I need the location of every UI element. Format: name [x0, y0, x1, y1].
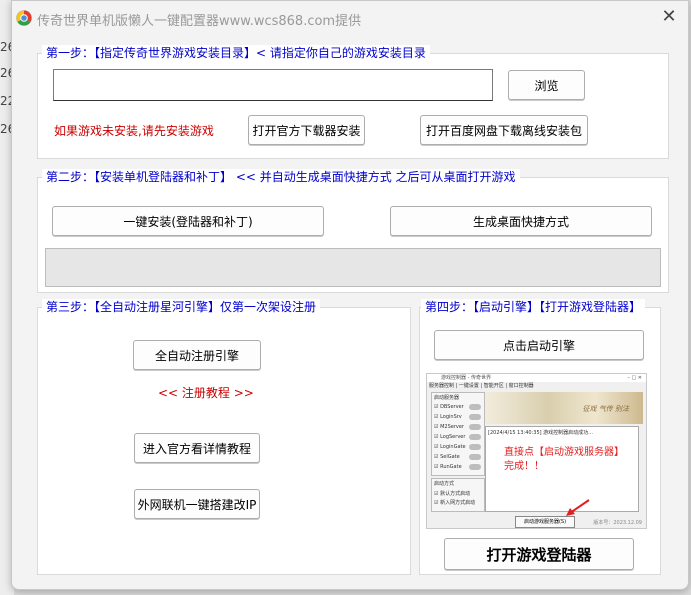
screenshot-group-label: 启动服务器	[434, 395, 460, 401]
close-button[interactable]: ✕	[659, 7, 679, 27]
screenshot-server-row: ☑ M2Server	[434, 422, 482, 432]
one-click-install-button[interactable]: 一键安装(登陆器和补丁)	[52, 206, 324, 236]
screenshot-tab: 一键设置	[458, 383, 479, 389]
step3-title: 第三步：【全自动注册星河引擎】仅第一次架设注册	[42, 299, 321, 316]
screenshot-tab: 窗口控制器	[508, 383, 534, 389]
start-engine-button[interactable]: 点击启动引擎	[434, 330, 644, 360]
screenshot-server-name: LoginGate	[440, 444, 466, 450]
screenshot-mode-option: ☑ 默认方式启动	[434, 491, 471, 497]
screenshot-server-row: ☑ LogServer	[434, 432, 482, 442]
screenshot-server-name: LogServer	[440, 434, 466, 440]
screenshot-server-row: ☑ LoginSrv	[434, 412, 482, 422]
step4-title: 第四步：【启动引擎】【打开游戏登陆器】	[421, 299, 646, 316]
screenshot-server-name: M2Server	[440, 424, 464, 430]
step1-title: 第一步：【指定传奇世界游戏安装目录】< 请指定你自己的游戏安装目录	[42, 45, 430, 62]
screenshot-server-row: ☑ DBServer	[434, 402, 482, 412]
screenshot-mode-label: 启动方式	[434, 481, 455, 487]
wan-setup-button[interactable]: 外网联机一键搭建改IP	[134, 489, 260, 519]
step4-panel: 第四步：【启动引擎】【打开游戏登陆器】 点击启动引擎 游戏控制器 - 传奇世界 …	[419, 299, 661, 575]
screenshot-log-area: [2024/4/15 13:40:35] 游戏控制器启动成功... 直接点【启动…	[485, 426, 639, 512]
screenshot-server-group: 启动服务器 ☑ DBServer ☑ LoginSrv ☑ M2Server ☑ Lo…	[431, 392, 485, 476]
app-icon	[16, 10, 32, 26]
open-game-login-button[interactable]: 打开游戏登陆器	[444, 538, 634, 570]
register-tutorial-link[interactable]: << 注册教程 >>	[158, 384, 254, 401]
screenshot-mode-group: 启动方式 ☑ 默认方式启动 ☑ 新入网方式启动	[431, 478, 485, 512]
screenshot-toggle-icon	[469, 454, 481, 460]
screenshot-toggle-icon	[469, 404, 481, 410]
official-tutorial-button[interactable]: 进入官方看详情教程	[134, 433, 260, 463]
title-bar[interactable]: 传奇世界单机版懒人一键配置器www.wcs868.com提供 ✕	[12, 1, 688, 35]
screenshot-toggle-icon	[469, 424, 481, 430]
screenshot-server-name: RunGate	[440, 464, 462, 470]
baidu-download-button[interactable]: 打开百度网盘下载离线安装包	[420, 115, 588, 145]
configurator-window: 传奇世界单机版懒人一键配置器www.wcs868.com提供 ✕ 第一步：【指定…	[11, 0, 689, 590]
screenshot-server-list: ☑ DBServer ☑ LoginSrv ☑ M2Server ☑ LogServe…	[434, 402, 482, 472]
browse-button[interactable]: 浏览	[508, 70, 585, 100]
screenshot-server-name: DBServer	[440, 404, 464, 410]
screenshot-window-controls: – □ ✕	[627, 375, 642, 381]
step2-title: 第二步：【安装单机登陆器和补丁】 << 并自动生成桌面快捷方式 之后可从桌面打开…	[42, 169, 520, 186]
screenshot-banner-text: 征戏 气传 别法	[582, 405, 629, 413]
screenshot-titlebar: 游戏控制器 - 传奇世界 – □ ✕	[427, 374, 646, 382]
screenshot-tab: 智能开区	[483, 383, 504, 389]
install-progress-bar	[45, 248, 661, 287]
install-path-input[interactable]	[53, 69, 493, 101]
step1-panel: 第一步：【指定传奇世界游戏安装目录】< 请指定你自己的游戏安装目录 浏览 如果游…	[37, 45, 669, 159]
install-warning: 如果游戏未安装,请先安装游戏	[54, 124, 214, 138]
screenshot-server-name: LoginSrv	[440, 414, 462, 420]
step3-panel: 第三步：【全自动注册星河引擎】仅第一次架设注册 全自动注册引擎 << 注册教程 …	[37, 299, 411, 575]
screenshot-toggle-icon	[469, 444, 481, 450]
auto-register-engine-button[interactable]: 全自动注册引擎	[133, 340, 261, 370]
screenshot-tabs: 服务器控制 | 一键设置 | 智能开区 | 窗口控制器	[429, 383, 534, 389]
screenshot-mode-option: ☑ 新入网方式启动	[434, 500, 476, 506]
screenshot-server-row: ☑ LoginGate	[434, 442, 482, 452]
server-controller-screenshot: 游戏控制器 - 传奇世界 – □ ✕ 服务器控制 | 一键设置 | 智能开区 |…	[426, 373, 647, 529]
screenshot-toggle-icon	[469, 414, 481, 420]
create-shortcut-button[interactable]: 生成桌面快捷方式	[390, 206, 652, 236]
step2-panel: 第二步：【安装单机登陆器和补丁】 << 并自动生成桌面快捷方式 之后可从桌面打开…	[37, 169, 669, 293]
screenshot-toggle-icon	[469, 434, 481, 440]
screenshot-server-row: ☑ SelGate	[434, 452, 482, 462]
screenshot-server-name: SelGate	[440, 454, 460, 460]
screenshot-window-title: 游戏控制器 - 传奇世界	[441, 375, 491, 381]
screenshot-banner: 征戏 气传 别法	[485, 392, 643, 424]
official-downloader-button[interactable]: 打开官方下载器安装	[248, 115, 365, 145]
screenshot-note: 直接点【启动游戏服务器】完成！！	[504, 447, 624, 472]
window-title: 传奇世界单机版懒人一键配置器www.wcs868.com提供	[37, 14, 362, 29]
screenshot-log-line: [2024/4/15 13:40:35] 游戏控制器启动成功...	[488, 430, 593, 436]
screenshot-red-arrow-icon	[566, 499, 590, 516]
screenshot-server-row: ☑ RunGate	[434, 462, 482, 472]
screenshot-version: 版本号：2023.12.09	[593, 520, 642, 526]
screenshot-toggle-icon	[469, 464, 481, 470]
screenshot-tab: 服务器控制	[429, 383, 455, 389]
